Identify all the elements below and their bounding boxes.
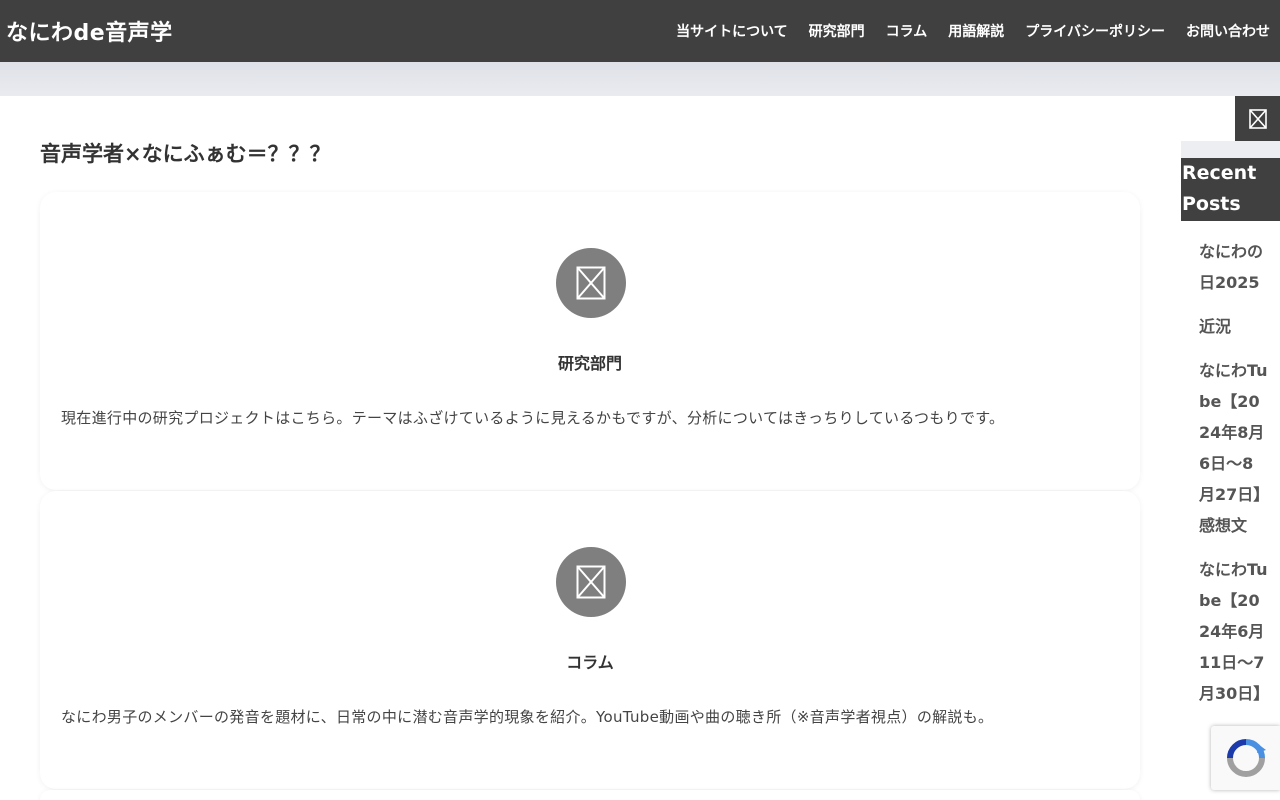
category-card-partial[interactable] bbox=[40, 790, 1140, 800]
main-content: 音声学者×なにふぁむ＝？？？ 研究部門 現在進行中の研究プロジェクトはこちら。テ… bbox=[0, 96, 1181, 800]
missing-image-icon bbox=[556, 547, 626, 617]
card-description: なにわ男子のメンバーの発音を題材に、日常の中に潜む音声学的現象を紹介。YouTu… bbox=[61, 708, 994, 726]
header-subband bbox=[0, 62, 1280, 96]
nav-item-about[interactable]: 当サイトについて bbox=[676, 21, 788, 41]
recent-posts-title: Recent Posts bbox=[1181, 158, 1280, 221]
nav-item-glossary[interactable]: 用語解説 bbox=[948, 21, 1004, 41]
recent-post-link[interactable]: なにわの日2025 bbox=[1199, 236, 1269, 298]
recaptcha-badge[interactable] bbox=[1211, 726, 1280, 790]
sidebar-band bbox=[1181, 141, 1280, 158]
recent-posts-list: なにわの日2025 近況 なにわTube【2024年8月6日～8月27日】感想文… bbox=[1199, 236, 1269, 722]
main-nav: 当サイトについて 研究部門 コラム 用語解説 プライバシーポリシー お問い合わせ bbox=[655, 21, 1280, 41]
card-description: 現在進行中の研究プロジェクトはこちら。テーマはふざけているように見えるかもですが… bbox=[61, 409, 1005, 427]
recent-post-link[interactable]: なにわTube【2024年8月6日～8月27日】感想文 bbox=[1199, 355, 1269, 541]
missing-image-icon bbox=[556, 248, 626, 318]
card-title[interactable]: 研究部門 bbox=[40, 350, 1140, 374]
site-header: なにわde音声学 当サイトについて 研究部門 コラム 用語解説 プライバシーポリ… bbox=[0, 0, 1280, 62]
nav-item-column[interactable]: コラム bbox=[886, 21, 928, 41]
site-title[interactable]: なにわde音声学 bbox=[0, 15, 173, 47]
recent-post-link[interactable]: 近況 bbox=[1199, 311, 1269, 342]
missing-image-icon bbox=[1248, 108, 1267, 129]
sidebar-toggle-button[interactable] bbox=[1235, 96, 1280, 141]
category-card-column[interactable]: コラム なにわ男子のメンバーの発音を題材に、日常の中に潜む音声学的現象を紹介。Y… bbox=[40, 491, 1140, 789]
nav-item-research[interactable]: 研究部門 bbox=[809, 21, 865, 41]
recent-post-link[interactable]: なにわTube【2024年6月11日～7月30日】 bbox=[1199, 554, 1269, 709]
category-card-research[interactable]: 研究部門 現在進行中の研究プロジェクトはこちら。テーマはふざけているように見える… bbox=[40, 192, 1140, 490]
card-title[interactable]: コラム bbox=[40, 649, 1140, 673]
nav-item-contact[interactable]: お問い合わせ bbox=[1186, 21, 1270, 41]
nav-item-privacy-policy[interactable]: プライバシーポリシー bbox=[1025, 21, 1165, 41]
recaptcha-icon bbox=[1226, 739, 1266, 777]
page-title: 音声学者×なにふぁむ＝？？？ bbox=[40, 142, 331, 166]
